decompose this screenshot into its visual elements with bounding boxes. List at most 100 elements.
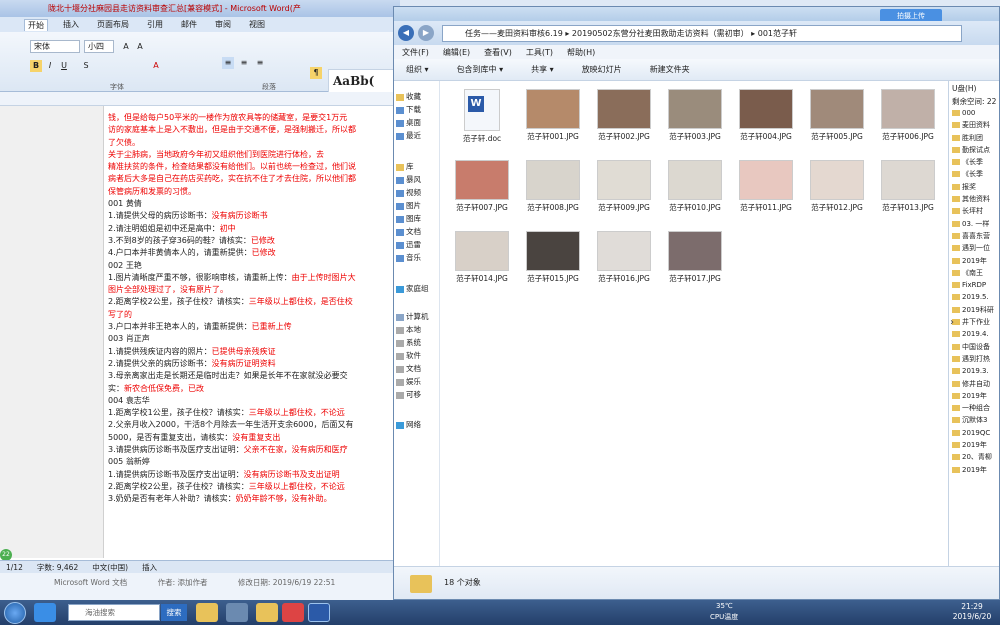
nav-item[interactable]: 收藏	[396, 91, 421, 102]
nav-item[interactable]: 娱乐	[396, 376, 421, 387]
shrink-font-icon[interactable]: A	[134, 41, 146, 53]
usb-folder-item[interactable]: 修井自动	[949, 378, 999, 390]
nav-item[interactable]: 桌面	[396, 117, 421, 128]
usb-folder-item[interactable]: 2019科研	[949, 304, 999, 316]
menu-edit[interactable]: 编辑(E)	[443, 47, 470, 58]
nav-item[interactable]: 本地	[396, 324, 421, 335]
image-file[interactable]: 范子轩004.JPG	[736, 89, 796, 142]
image-file[interactable]: 范子轩015.JPG	[523, 231, 583, 284]
nav-item[interactable]: 音乐	[396, 252, 421, 263]
usb-folder-item[interactable]: 遇到一位	[949, 242, 999, 254]
show-marks-icon[interactable]: ¶	[310, 67, 322, 79]
nav-item[interactable]: 图库	[396, 213, 421, 224]
image-file[interactable]: 范子轩003.JPG	[665, 89, 725, 142]
usb-folder-item[interactable]: 2019年	[949, 464, 999, 476]
insert-mode[interactable]: 插入	[142, 562, 157, 573]
bold-icon[interactable]: B	[30, 60, 42, 72]
tab-view[interactable]: 视图	[246, 19, 268, 30]
strikethrough-icon[interactable]: S	[80, 60, 92, 72]
image-file[interactable]: 范子轩009.JPG	[594, 160, 654, 213]
image-file[interactable]: 范子轩007.JPG	[452, 160, 512, 213]
taskbar-search-button[interactable]: 搜索	[161, 604, 187, 621]
font-name-select[interactable]: 宋体	[30, 40, 80, 53]
word-taskbar-icon[interactable]	[308, 603, 330, 622]
image-file[interactable]: 范子轩012.JPG	[807, 160, 867, 213]
start-button[interactable]	[4, 602, 26, 624]
image-file[interactable]: 范子轩006.JPG	[878, 89, 938, 142]
image-file[interactable]: 范子轩013.JPG	[878, 160, 938, 213]
usb-folder-item[interactable]: 《南王	[949, 267, 999, 279]
nav-item[interactable]: 迅雷	[396, 239, 421, 250]
usb-drive-label[interactable]: U盘(H)	[949, 81, 999, 94]
image-file[interactable]: 范子轩001.JPG	[523, 89, 583, 142]
image-file[interactable]: 范子轩008.JPG	[523, 160, 583, 213]
usb-folder-item[interactable]: 遇到打热	[949, 353, 999, 365]
tab-layout[interactable]: 页面布局	[94, 19, 132, 30]
justify-icon[interactable]: ≡	[254, 57, 266, 69]
usb-folder-item[interactable]: 长坪村	[949, 205, 999, 217]
tab-review[interactable]: 审阅	[212, 19, 234, 30]
image-file[interactable]: 范子轩017.JPG	[665, 231, 725, 284]
path-input[interactable]: 任务——麦田资料审核6.19 ▸ 20190502东营分社麦田救助走访资料（需初…	[442, 24, 962, 42]
nav-item[interactable]: 计算机	[396, 311, 429, 322]
usb-folder-item[interactable]: 2019年	[949, 390, 999, 402]
usb-folder-item[interactable]: 报奖	[949, 181, 999, 193]
tab-mailings[interactable]: 邮件	[178, 19, 200, 30]
person-taskbar-icon[interactable]	[226, 603, 248, 622]
nav-item[interactable]: 最近	[396, 130, 421, 141]
usb-folder-item[interactable]: 勤探试点	[949, 144, 999, 156]
nav-item[interactable]: 文档	[396, 226, 421, 237]
nav-item[interactable]: 家庭组	[396, 283, 429, 294]
new-folder-button[interactable]: 新建文件夹	[650, 64, 690, 75]
usb-folder-item[interactable]: 2019年	[949, 439, 999, 451]
image-file[interactable]: 范子轩005.JPG	[807, 89, 867, 142]
language[interactable]: 中文(中国)	[92, 562, 128, 573]
usb-folder-item[interactable]: 《长季	[949, 156, 999, 168]
nav-item[interactable]: 视频	[396, 187, 421, 198]
nav-item[interactable]: 图片	[396, 200, 421, 211]
tab-references[interactable]: 引用	[144, 19, 166, 30]
clock[interactable]: 21:29 2019/6/20	[950, 602, 994, 624]
tab-home[interactable]: 开始	[24, 18, 48, 31]
usb-folder-item[interactable]: 一种组合	[949, 402, 999, 414]
ie-icon[interactable]	[34, 603, 56, 622]
grow-font-icon[interactable]: A	[120, 41, 132, 53]
usb-folder-item[interactable]: FixRDP	[949, 279, 999, 291]
back-icon[interactable]: ◀	[398, 25, 414, 41]
image-file[interactable]: 范子轩014.JPG	[452, 231, 512, 284]
usb-folder-item[interactable]: 麦田资料	[949, 119, 999, 131]
word-count[interactable]: 字数: 9,462	[37, 562, 78, 573]
font-color-icon[interactable]: A	[150, 60, 162, 72]
menu-file[interactable]: 文件(F)	[402, 47, 429, 58]
usb-folder-item[interactable]: 沉默体3	[949, 414, 999, 426]
nav-item[interactable]: 软件	[396, 350, 421, 361]
folder-taskbar-icon[interactable]	[256, 603, 278, 622]
nav-item[interactable]: 文档	[396, 363, 421, 374]
font-size-select[interactable]: 小四	[84, 40, 114, 53]
forward-icon[interactable]: ▶	[418, 25, 434, 41]
nav-item[interactable]: 网络	[396, 419, 421, 430]
organize-button[interactable]: 组织 ▾	[406, 64, 429, 75]
usb-folder-item[interactable]: 其他资料	[949, 193, 999, 205]
page-count[interactable]: 1/12	[6, 563, 23, 572]
share-button[interactable]: 共享 ▾	[531, 64, 554, 75]
usb-folder-item[interactable]: 喜喜东营	[949, 230, 999, 242]
menu-help[interactable]: 帮助(H)	[567, 47, 595, 58]
tab-insert[interactable]: 插入	[60, 19, 82, 30]
doc-file[interactable]: W 范子轩.doc	[452, 89, 512, 144]
slideshow-button[interactable]: 放映幻灯片	[582, 64, 622, 75]
nav-item[interactable]: 可移	[396, 389, 421, 400]
align-right-icon[interactable]: ≡	[238, 57, 250, 69]
image-file[interactable]: 范子轩010.JPG	[665, 160, 725, 213]
usb-folder-item[interactable]: 2019.5.	[949, 291, 999, 303]
usb-folder-item[interactable]: 胜利团	[949, 132, 999, 144]
menu-view[interactable]: 查看(V)	[484, 47, 512, 58]
chevron-right-icon[interactable]: ›	[950, 317, 960, 331]
italic-icon[interactable]: I	[44, 60, 56, 72]
nav-item[interactable]: 下载	[396, 104, 421, 115]
align-center-icon[interactable]: ≡	[222, 57, 234, 69]
menu-tools[interactable]: 工具(T)	[526, 47, 553, 58]
usb-folder-item[interactable]: 中国设备	[949, 341, 999, 353]
underline-icon[interactable]: U	[58, 60, 70, 72]
image-file[interactable]: 范子轩016.JPG	[594, 231, 654, 284]
